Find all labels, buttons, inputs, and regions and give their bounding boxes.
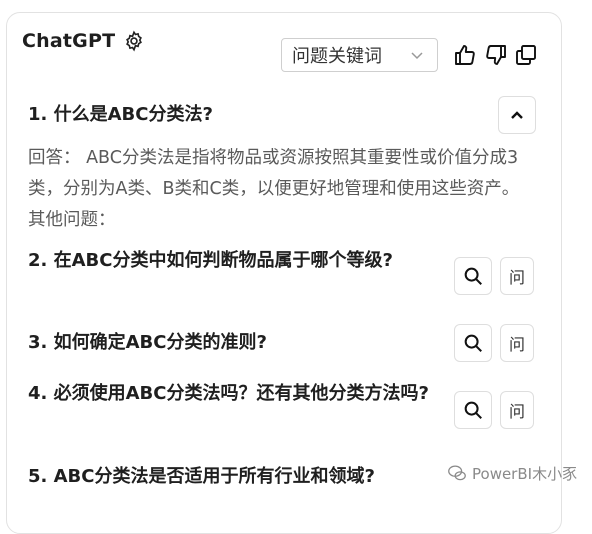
thumbs-up-icon[interactable]	[453, 43, 477, 67]
search-icon	[464, 267, 482, 285]
question-4-title: 4. 必须使用ABC分类法吗？还有其他分类方法吗?	[28, 383, 429, 404]
card-header: ChatGPT	[22, 30, 145, 52]
search-button-2[interactable]	[454, 257, 492, 295]
chevron-down-icon	[411, 52, 423, 60]
question-3-title: 3. 如何确定ABC分类的准则?	[28, 332, 267, 353]
copy-icon[interactable]	[514, 43, 538, 67]
ask-button-4[interactable]: 问	[500, 391, 534, 429]
question-2-title: 2. 在ABC分类中如何判断物品属于哪个等级?	[28, 250, 393, 271]
collapse-button[interactable]	[498, 96, 536, 134]
watermark: PowerBI木小豕	[446, 462, 577, 484]
watermark-text: PowerBI木小豕	[472, 464, 578, 483]
search-icon	[464, 334, 482, 352]
question-5-title: 5. ABC分类法是否适用于所有行业和领域?	[28, 466, 375, 487]
wechat-logo-icon	[448, 465, 466, 481]
question-1-title: 1. 什么是ABC分类法?	[28, 104, 213, 125]
ask-button-3[interactable]: 问	[500, 324, 534, 362]
gear-icon[interactable]	[123, 30, 145, 52]
search-button-3[interactable]	[454, 324, 492, 362]
answer-text: 回答： ABC分类法是指将物品或资源按照其重要性或价值分成3类，分别为A类、B类…	[28, 148, 520, 230]
keyword-dropdown[interactable]: 问题关键词	[281, 38, 438, 72]
search-icon	[464, 401, 482, 419]
thumbs-down-icon[interactable]	[484, 43, 508, 67]
dropdown-value: 问题关键词	[292, 46, 382, 67]
chevron-up-icon	[511, 111, 523, 119]
ask-button-2[interactable]: 问	[500, 257, 534, 295]
search-button-4[interactable]	[454, 391, 492, 429]
app-title: ChatGPT	[22, 30, 116, 52]
